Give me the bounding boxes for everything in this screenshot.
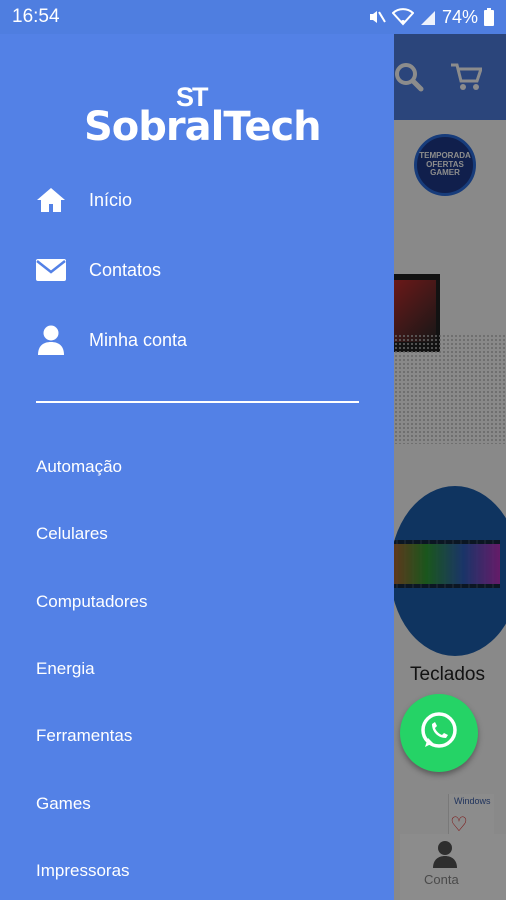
category-celulares[interactable]: Celulares xyxy=(36,524,108,544)
sobraltech-logo: ST SobralTech xyxy=(84,82,322,150)
whatsapp-icon xyxy=(417,709,461,758)
category-computadores[interactable]: Computadores xyxy=(36,592,148,612)
nav-item-inicio[interactable]: Início xyxy=(36,182,132,218)
category-ferramentas[interactable]: Ferramentas xyxy=(36,726,132,746)
wifi-icon xyxy=(391,8,414,26)
user-icon xyxy=(36,325,66,355)
home-icon xyxy=(36,185,66,215)
logo-text: SobralTech xyxy=(84,104,322,150)
category-impressoras[interactable]: Impressoras xyxy=(36,861,130,881)
battery-icon xyxy=(484,8,494,26)
category-automacao[interactable]: Automação xyxy=(36,457,122,477)
envelope-icon xyxy=(36,255,66,285)
nav-item-contatos[interactable]: Contatos xyxy=(36,252,161,288)
navigation-drawer: ST SobralTech Início Contatos Minha cont… xyxy=(0,34,394,900)
nav-item-minha-conta[interactable]: Minha conta xyxy=(36,322,187,358)
nav-label: Contatos xyxy=(89,259,162,280)
drawer-divider xyxy=(36,401,359,403)
category-energia[interactable]: Energia xyxy=(36,659,95,679)
status-time: 16:54 xyxy=(12,6,60,27)
battery-text: 74% xyxy=(441,6,478,27)
signal-icon xyxy=(420,8,436,26)
status-bar: 16:54 74% xyxy=(0,0,506,34)
whatsapp-button[interactable] xyxy=(400,694,478,772)
nav-label: Minha conta xyxy=(89,329,188,350)
status-icons: 74% xyxy=(368,7,494,28)
category-games[interactable]: Games xyxy=(36,794,91,814)
nav-label: Início xyxy=(89,189,133,210)
mute-icon xyxy=(368,8,386,26)
